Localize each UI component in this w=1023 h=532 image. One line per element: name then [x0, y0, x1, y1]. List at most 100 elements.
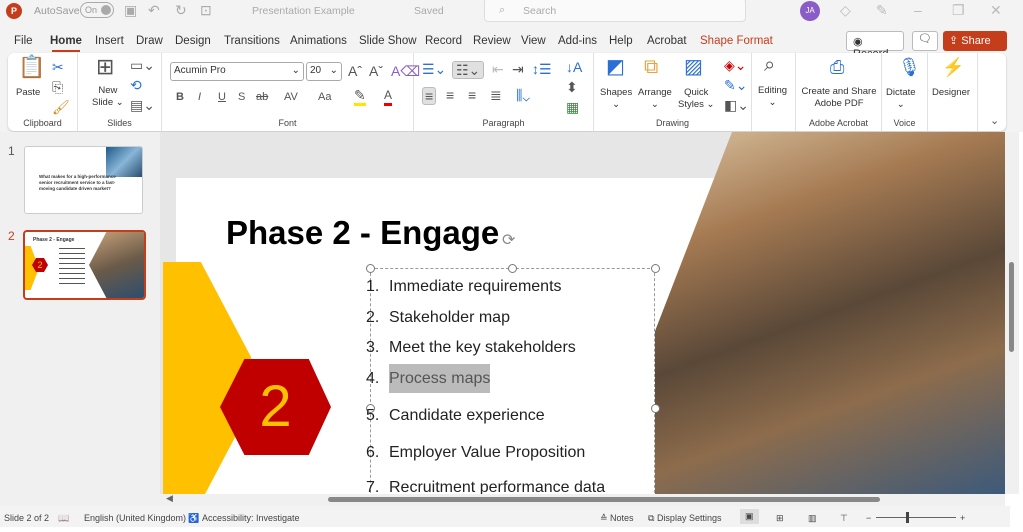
- tab-view[interactable]: View: [521, 35, 546, 47]
- shape-fill-icon[interactable]: ◈⌄: [724, 57, 747, 73]
- format-painter-icon[interactable]: 🖌: [52, 99, 70, 115]
- resize-handle[interactable]: [651, 404, 660, 413]
- list-item[interactable]: 2. Stakeholder map: [366, 309, 510, 327]
- align-right-icon[interactable]: ≡: [468, 87, 476, 103]
- microphone-icon[interactable]: 🎙: [898, 58, 921, 76]
- collapse-ribbon-icon[interactable]: ⌄: [990, 113, 999, 129]
- arrange-icon[interactable]: ⧉: [644, 57, 658, 77]
- save-status[interactable]: Saved: [414, 5, 444, 17]
- tab-record[interactable]: Record: [425, 35, 462, 47]
- font-name-select[interactable]: Acumin Pro ⌄: [170, 62, 304, 81]
- char-spacing-button[interactable]: AV: [284, 89, 298, 105]
- slide-sorter-icon[interactable]: ⊞: [776, 513, 784, 524]
- justify-icon[interactable]: ≣: [490, 87, 502, 103]
- find-icon[interactable]: ⌕: [764, 55, 775, 75]
- designer-button[interactable]: Designer: [932, 87, 970, 99]
- horizontal-scroll-thumb[interactable]: [328, 497, 880, 502]
- autosave-toggle[interactable]: On: [80, 2, 114, 18]
- comments-button[interactable]: 🗨: [912, 31, 938, 51]
- zoom-out-icon[interactable]: −: [866, 513, 871, 523]
- paste-button[interactable]: Paste: [16, 87, 40, 99]
- tab-draw[interactable]: Draw: [136, 35, 163, 47]
- record-button[interactable]: ◉ Record: [846, 31, 904, 60]
- layout-icon[interactable]: ▭⌄: [130, 57, 155, 73]
- close-icon[interactable]: ✕: [990, 2, 1002, 18]
- strikethrough-button[interactable]: ab: [256, 89, 268, 105]
- normal-view-icon[interactable]: ▣: [740, 509, 759, 524]
- list-item[interactable]: 4. Process maps: [366, 364, 491, 393]
- section-icon[interactable]: ▤⌄: [130, 97, 155, 113]
- shapes-button[interactable]: Shapes ⌄: [600, 87, 632, 111]
- diamond-icon[interactable]: ◇: [840, 2, 851, 18]
- shapes-icon[interactable]: ◩: [606, 57, 625, 77]
- tab-home[interactable]: Home: [50, 35, 82, 52]
- horizontal-scrollbar[interactable]: ◀: [160, 493, 1005, 506]
- list-item[interactable]: 1. Immediate requirements: [366, 278, 562, 296]
- language-status[interactable]: English (United Kingdom): [84, 513, 186, 523]
- tab-acrobat[interactable]: Acrobat: [647, 35, 687, 47]
- text-direction-icon[interactable]: ↓A: [566, 59, 582, 75]
- resize-handle[interactable]: [651, 264, 660, 273]
- spelling-icon[interactable]: 📖: [58, 513, 69, 524]
- avatar[interactable]: JA: [800, 1, 820, 21]
- tab-insert[interactable]: Insert: [95, 35, 124, 47]
- increase-font-icon[interactable]: Aˆ: [348, 63, 362, 79]
- numbering-icon[interactable]: ☷⌄: [452, 61, 485, 79]
- quick-styles-button[interactable]: Quick Styles ⌄: [678, 87, 714, 111]
- tab-design[interactable]: Design: [175, 35, 211, 47]
- editing-button[interactable]: Editing ⌄: [758, 85, 787, 109]
- tab-transitions[interactable]: Transitions: [224, 35, 280, 47]
- italic-button[interactable]: I: [198, 89, 201, 105]
- tab-file[interactable]: File: [14, 35, 33, 47]
- vertical-scroll-thumb[interactable]: [1009, 262, 1014, 352]
- underline-button[interactable]: U: [218, 89, 226, 105]
- tab-review[interactable]: Review: [473, 35, 511, 47]
- accessibility-status[interactable]: Accessibility: Investigate: [202, 513, 300, 523]
- slide-title[interactable]: Phase 2 - Engage: [226, 214, 499, 252]
- search-box[interactable]: ⌕ Search: [484, 0, 746, 22]
- align-text-icon[interactable]: ⬍: [566, 79, 578, 95]
- display-settings-button[interactable]: ⧉ Display Settings: [648, 513, 721, 524]
- highlight-icon[interactable]: ✎: [354, 87, 366, 106]
- smartart-icon[interactable]: ▦: [566, 99, 579, 115]
- arrange-button[interactable]: Arrange ⌄: [638, 87, 672, 111]
- new-slide-button[interactable]: New Slide ⌄: [92, 85, 124, 109]
- new-slide-icon[interactable]: ⊞: [96, 56, 114, 78]
- list-item[interactable]: 5. Candidate experience: [366, 407, 545, 425]
- vertical-scrollbar[interactable]: [1005, 132, 1019, 494]
- list-item[interactable]: 6. Employer Value Proposition: [366, 444, 585, 462]
- bold-button[interactable]: B: [176, 89, 184, 105]
- share-button[interactable]: ⇪ Share ⌄: [943, 31, 1007, 60]
- bullets-icon[interactable]: ☰⌄: [422, 61, 446, 77]
- zoom-in-icon[interactable]: +: [960, 513, 965, 523]
- shape-outline-icon[interactable]: ✎⌄: [724, 77, 747, 93]
- increase-indent-icon[interactable]: ⇥: [512, 61, 524, 77]
- font-size-select[interactable]: 20 ⌄: [306, 62, 342, 81]
- quick-styles-icon[interactable]: ▨: [684, 57, 703, 77]
- tab-animations[interactable]: Animations: [290, 35, 347, 47]
- zoom-slider-thumb[interactable]: [906, 512, 909, 523]
- thumbnail-slide-2[interactable]: Phase 2 - Engage 2: [23, 230, 146, 300]
- pen-icon[interactable]: ✎: [876, 2, 888, 18]
- line-spacing-icon[interactable]: ↕☰: [532, 61, 552, 77]
- resize-handle[interactable]: [508, 264, 517, 273]
- redo-icon[interactable]: ↻: [175, 2, 187, 18]
- minimize-icon[interactable]: –: [914, 2, 922, 18]
- shape-effects-icon[interactable]: ◧⌄: [724, 97, 749, 113]
- columns-icon[interactable]: ⫼⌄: [516, 87, 530, 103]
- slideshow-icon[interactable]: ⊤: [840, 513, 848, 524]
- change-case-button[interactable]: Aa: [318, 89, 331, 105]
- list-item[interactable]: 7. Recruitment performance data: [366, 479, 605, 494]
- tab-add-ins[interactable]: Add-ins: [558, 35, 597, 47]
- scroll-left-icon[interactable]: ◀: [166, 493, 173, 504]
- reading-view-icon[interactable]: ▥: [808, 513, 817, 524]
- align-center-icon[interactable]: ≡: [446, 87, 454, 103]
- pdf-share-icon[interactable]: ⎙: [830, 58, 844, 76]
- thumbnail-slide-1[interactable]: What makes for a high-performance senior…: [24, 146, 143, 214]
- paste-icon[interactable]: 📋: [18, 56, 45, 78]
- list-item[interactable]: 3. Meet the key stakeholders: [366, 339, 576, 357]
- zoom-slider[interactable]: [876, 512, 956, 523]
- decrease-font-icon[interactable]: Aˇ: [369, 63, 383, 79]
- tab-slide-show[interactable]: Slide Show: [359, 35, 417, 47]
- tab-help[interactable]: Help: [609, 35, 633, 47]
